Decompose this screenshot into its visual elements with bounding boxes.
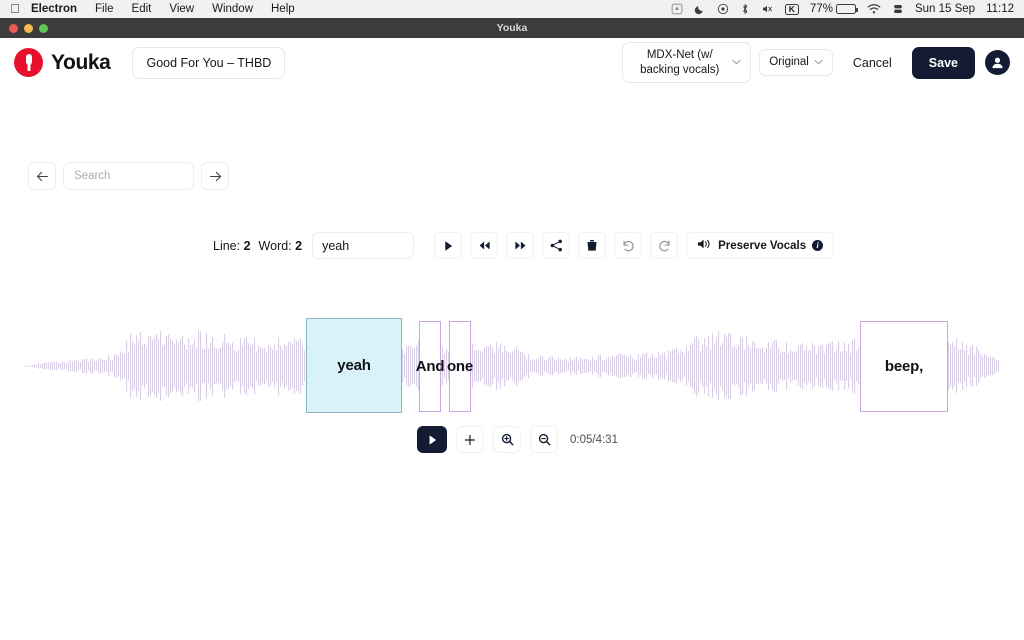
menubar-time[interactable]: 11:12 <box>986 3 1014 15</box>
transport-controls: 0:05/4:31 <box>417 426 618 453</box>
apple-logo-icon[interactable]:  <box>8 0 22 18</box>
wifi-icon[interactable] <box>867 0 881 18</box>
line-indicator: Line: 2 <box>213 239 251 253</box>
line-label: Line: <box>213 238 241 253</box>
waveform-region[interactable]: one <box>446 321 474 412</box>
undo-button[interactable] <box>614 232 643 259</box>
waveform-region[interactable]: And <box>416 321 444 412</box>
control-center-icon[interactable] <box>717 0 729 18</box>
app-header: Youka Good For You – THBD MDX-Net (w/ ba… <box>0 38 1024 87</box>
speaker-icon <box>697 238 712 253</box>
add-word-button[interactable] <box>456 426 484 453</box>
display-icon[interactable] <box>671 0 683 18</box>
word-text-input[interactable] <box>312 232 415 259</box>
keyboard-layout-icon[interactable]: K <box>784 3 799 15</box>
preserve-vocals-button[interactable]: Preserve Vocals i <box>686 232 835 259</box>
word-indicator: Word: 2 <box>259 239 303 253</box>
cancel-button[interactable]: Cancel <box>841 48 904 78</box>
waveform-region-label: And <box>415 358 445 375</box>
word-value: 2 <box>295 238 303 253</box>
track-title-chip[interactable]: Good For You – THBD <box>132 46 286 79</box>
brand-name: Youka <box>51 50 111 74</box>
fast-forward-button[interactable] <box>506 232 535 259</box>
redo-button[interactable] <box>650 232 679 259</box>
chevron-down-icon <box>814 55 823 69</box>
waveform-region[interactable]: yeah <box>306 318 402 413</box>
app-root: Youka Good For You – THBD MDX-Net (w/ ba… <box>0 38 1024 640</box>
separation-model-select[interactable]: MDX-Net (w/ backing vocals) <box>622 42 752 83</box>
audio-track-select[interactable]: Original <box>759 49 833 76</box>
play-button[interactable] <box>417 426 447 453</box>
word-label: Word: <box>258 238 292 253</box>
menu-window[interactable]: Window <box>203 0 262 18</box>
menu-electron[interactable]: Electron <box>22 0 86 18</box>
menu-edit[interactable]: Edit <box>123 0 161 18</box>
bluetooth-icon[interactable] <box>740 0 750 18</box>
search-next-button[interactable] <box>201 162 229 190</box>
waveform-area[interactable]: yeah And one beep, <box>0 276 1024 416</box>
waveform-region-label: yeah <box>337 357 371 374</box>
audio-track-value: Original <box>769 56 809 69</box>
layers-icon[interactable] <box>892 0 904 18</box>
moon-icon[interactable] <box>694 0 706 18</box>
zoom-out-button[interactable] <box>530 426 558 453</box>
play-word-button[interactable] <box>434 232 463 259</box>
header-actions: MDX-Net (w/ backing vocals) Original Can… <box>622 42 1010 83</box>
window-titlebar: Youka <box>0 18 1024 38</box>
macos-menubar:  Electron File Edit View Window Help K … <box>0 0 1024 18</box>
rewind-button[interactable] <box>470 232 499 259</box>
word-editor-toolbar: Line: 2 Word: 2 yeah Preserve Vocals i <box>213 232 835 259</box>
zoom-in-button[interactable] <box>493 426 521 453</box>
menu-help[interactable]: Help <box>262 0 304 18</box>
chevron-down-icon <box>732 55 741 69</box>
app-brand[interactable]: Youka <box>14 48 111 77</box>
save-button[interactable]: Save <box>911 46 975 79</box>
search-input[interactable] <box>63 162 194 190</box>
delete-button[interactable] <box>578 232 607 259</box>
waveform-region-label: beep, <box>884 358 924 375</box>
youka-logo-icon <box>14 48 43 77</box>
menu-view[interactable]: View <box>160 0 203 18</box>
preserve-vocals-label: Preserve Vocals <box>718 239 807 252</box>
waveform-region-label: one <box>446 358 474 375</box>
split-button[interactable] <box>542 232 571 259</box>
lyrics-search-row <box>28 162 229 190</box>
info-icon[interactable]: i <box>812 240 824 251</box>
time-display: 0:05/4:31 <box>570 433 618 446</box>
line-value: 2 <box>243 238 251 253</box>
battery-icon <box>835 4 859 14</box>
battery-percent: 77% <box>809 3 833 15</box>
window-title: Youka <box>496 22 528 34</box>
avatar[interactable] <box>985 50 1010 75</box>
volume-mute-icon[interactable] <box>761 0 774 18</box>
menubar-status-items: K 77% Sun 15 Sep 11:12 <box>671 0 1024 18</box>
waveform-region[interactable]: beep, <box>860 321 948 412</box>
separation-model-value: MDX-Net (w/ backing vocals) <box>640 49 720 76</box>
search-prev-button[interactable] <box>28 162 56 190</box>
menu-file[interactable]: File <box>86 0 123 18</box>
menubar-app-menus:  Electron File Edit View Window Help <box>0 0 304 18</box>
battery-status[interactable]: 77% <box>809 3 859 15</box>
menubar-date[interactable]: Sun 15 Sep <box>915 3 975 15</box>
